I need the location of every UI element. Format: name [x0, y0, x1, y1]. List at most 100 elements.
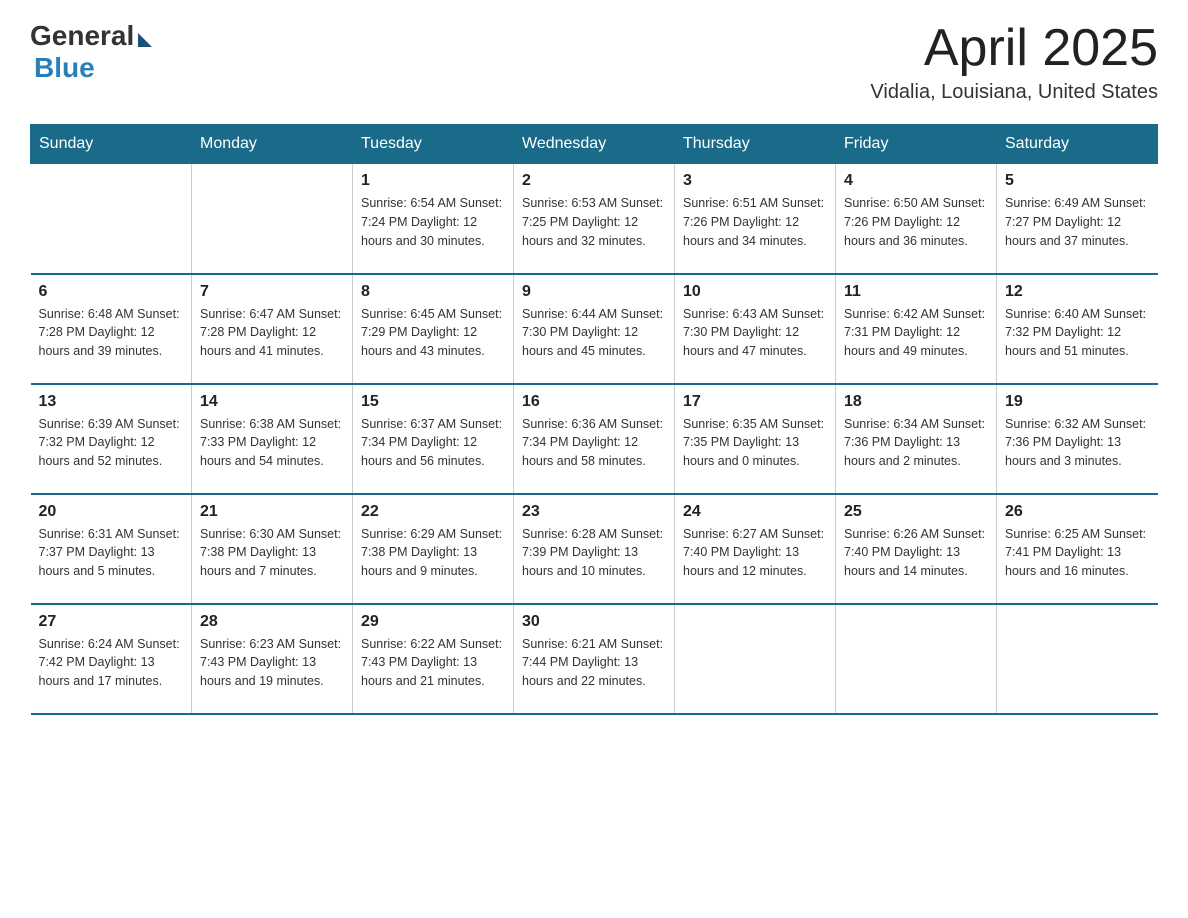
calendar-cell	[997, 604, 1158, 714]
day-info: Sunrise: 6:51 AM Sunset: 7:26 PM Dayligh…	[683, 194, 827, 250]
day-number: 15	[361, 393, 505, 411]
day-number: 4	[844, 172, 988, 190]
day-info: Sunrise: 6:38 AM Sunset: 7:33 PM Dayligh…	[200, 415, 344, 471]
calendar-cell: 16 Sunrise: 6:36 AM Sunset: 7:34 PM Dayli…	[514, 384, 675, 494]
calendar-cell: 23 Sunrise: 6:28 AM Sunset: 7:39 PM Dayli…	[514, 494, 675, 604]
calendar-week-row: 6Sunrise: 6:48 AM Sunset: 7:28 PM Daylig…	[31, 274, 1158, 384]
calendar-cell: 5Sunrise: 6:49 AM Sunset: 7:27 PM Daylig…	[997, 164, 1158, 274]
day-number: 2	[522, 172, 666, 190]
day-info: Sunrise: 6:53 AM Sunset: 7:25 PM Dayligh…	[522, 194, 666, 250]
calendar-cell: 12 Sunrise: 6:40 AM Sunset: 7:32 PM Dayli…	[997, 274, 1158, 384]
calendar-cell	[836, 604, 997, 714]
header-tuesday: Tuesday	[353, 125, 514, 164]
calendar-week-row: 1Sunrise: 6:54 AM Sunset: 7:24 PM Daylig…	[31, 164, 1158, 274]
calendar-cell	[675, 604, 836, 714]
day-number: 9	[522, 283, 666, 301]
day-number: 26	[1005, 503, 1150, 521]
day-info: Sunrise: 6:48 AM Sunset: 7:28 PM Dayligh…	[39, 305, 184, 361]
calendar-cell: 27 Sunrise: 6:24 AM Sunset: 7:42 PM Dayli…	[31, 604, 192, 714]
day-number: 30	[522, 613, 666, 631]
calendar-cell: 14 Sunrise: 6:38 AM Sunset: 7:33 PM Dayli…	[192, 384, 353, 494]
day-info: Sunrise: 6:47 AM Sunset: 7:28 PM Dayligh…	[200, 305, 344, 361]
day-number: 25	[844, 503, 988, 521]
calendar-cell: 15 Sunrise: 6:37 AM Sunset: 7:34 PM Dayli…	[353, 384, 514, 494]
calendar-week-row: 20 Sunrise: 6:31 AM Sunset: 7:37 PM Dayli…	[31, 494, 1158, 604]
calendar-week-row: 13Sunrise: 6:39 AM Sunset: 7:32 PM Dayli…	[31, 384, 1158, 494]
day-number: 13	[39, 393, 184, 411]
calendar-cell: 28 Sunrise: 6:23 AM Sunset: 7:43 PM Dayli…	[192, 604, 353, 714]
day-number: 1	[361, 172, 505, 190]
calendar-cell: 25 Sunrise: 6:26 AM Sunset: 7:40 PM Dayli…	[836, 494, 997, 604]
day-number: 23	[522, 503, 666, 521]
calendar-cell: 18Sunrise: 6:34 AM Sunset: 7:36 PM Dayli…	[836, 384, 997, 494]
calendar-cell: 13Sunrise: 6:39 AM Sunset: 7:32 PM Dayli…	[31, 384, 192, 494]
day-number: 22	[361, 503, 505, 521]
day-info: Sunrise: 6:45 AM Sunset: 7:29 PM Dayligh…	[361, 305, 505, 361]
day-info: Sunrise: 6:23 AM Sunset: 7:43 PM Dayligh…	[200, 635, 344, 691]
calendar-cell: 24Sunrise: 6:27 AM Sunset: 7:40 PM Dayli…	[675, 494, 836, 604]
calendar-cell	[31, 164, 192, 274]
calendar-cell: 17 Sunrise: 6:35 AM Sunset: 7:35 PM Dayli…	[675, 384, 836, 494]
day-info: Sunrise: 6:42 AM Sunset: 7:31 PM Dayligh…	[844, 305, 988, 361]
day-info: Sunrise: 6:43 AM Sunset: 7:30 PM Dayligh…	[683, 305, 827, 361]
header-thursday: Thursday	[675, 125, 836, 164]
day-number: 16	[522, 393, 666, 411]
day-info: Sunrise: 6:36 AM Sunset: 7:34 PM Dayligh…	[522, 415, 666, 471]
day-info: Sunrise: 6:44 AM Sunset: 7:30 PM Dayligh…	[522, 305, 666, 361]
calendar-cell: 21 Sunrise: 6:30 AM Sunset: 7:38 PM Dayli…	[192, 494, 353, 604]
day-number: 8	[361, 283, 505, 301]
calendar-cell: 2 Sunrise: 6:53 AM Sunset: 7:25 PM Daylig…	[514, 164, 675, 274]
day-info: Sunrise: 6:31 AM Sunset: 7:37 PM Dayligh…	[39, 525, 184, 581]
calendar-cell: 8 Sunrise: 6:45 AM Sunset: 7:29 PM Daylig…	[353, 274, 514, 384]
day-number: 5	[1005, 172, 1150, 190]
header-saturday: Saturday	[997, 125, 1158, 164]
day-info: Sunrise: 6:24 AM Sunset: 7:42 PM Dayligh…	[39, 635, 184, 691]
calendar-cell: 19Sunrise: 6:32 AM Sunset: 7:36 PM Dayli…	[997, 384, 1158, 494]
calendar-cell: 26Sunrise: 6:25 AM Sunset: 7:41 PM Dayli…	[997, 494, 1158, 604]
logo-general-text: General	[30, 20, 134, 52]
location-title: Vidalia, Louisiana, United States	[870, 81, 1158, 104]
calendar-cell: 11 Sunrise: 6:42 AM Sunset: 7:31 PM Dayli…	[836, 274, 997, 384]
day-number: 20	[39, 503, 184, 521]
days-header-row: Sunday Monday Tuesday Wednesday Thursday…	[31, 125, 1158, 164]
day-info: Sunrise: 6:26 AM Sunset: 7:40 PM Dayligh…	[844, 525, 988, 581]
day-number: 10	[683, 283, 827, 301]
day-info: Sunrise: 6:50 AM Sunset: 7:26 PM Dayligh…	[844, 194, 988, 250]
calendar-cell: 6Sunrise: 6:48 AM Sunset: 7:28 PM Daylig…	[31, 274, 192, 384]
day-info: Sunrise: 6:30 AM Sunset: 7:38 PM Dayligh…	[200, 525, 344, 581]
day-number: 27	[39, 613, 184, 631]
day-number: 21	[200, 503, 344, 521]
day-number: 11	[844, 283, 988, 301]
logo: General Blue	[30, 20, 152, 84]
logo-arrow-icon	[138, 33, 152, 47]
day-info: Sunrise: 6:29 AM Sunset: 7:38 PM Dayligh…	[361, 525, 505, 581]
day-info: Sunrise: 6:37 AM Sunset: 7:34 PM Dayligh…	[361, 415, 505, 471]
header-monday: Monday	[192, 125, 353, 164]
calendar-header: Sunday Monday Tuesday Wednesday Thursday…	[31, 125, 1158, 164]
header-friday: Friday	[836, 125, 997, 164]
header-wednesday: Wednesday	[514, 125, 675, 164]
calendar-table: Sunday Monday Tuesday Wednesday Thursday…	[30, 124, 1158, 715]
day-info: Sunrise: 6:28 AM Sunset: 7:39 PM Dayligh…	[522, 525, 666, 581]
day-info: Sunrise: 6:21 AM Sunset: 7:44 PM Dayligh…	[522, 635, 666, 691]
day-number: 24	[683, 503, 827, 521]
day-number: 28	[200, 613, 344, 631]
calendar-cell: 9 Sunrise: 6:44 AM Sunset: 7:30 PM Daylig…	[514, 274, 675, 384]
day-number: 12	[1005, 283, 1150, 301]
day-number: 17	[683, 393, 827, 411]
calendar-cell: 7 Sunrise: 6:47 AM Sunset: 7:28 PM Daylig…	[192, 274, 353, 384]
day-info: Sunrise: 6:35 AM Sunset: 7:35 PM Dayligh…	[683, 415, 827, 471]
calendar-cell: 30 Sunrise: 6:21 AM Sunset: 7:44 PM Dayli…	[514, 604, 675, 714]
day-info: Sunrise: 6:40 AM Sunset: 7:32 PM Dayligh…	[1005, 305, 1150, 361]
calendar-cell: 29Sunrise: 6:22 AM Sunset: 7:43 PM Dayli…	[353, 604, 514, 714]
header-sunday: Sunday	[31, 125, 192, 164]
calendar-cell: 22 Sunrise: 6:29 AM Sunset: 7:38 PM Dayli…	[353, 494, 514, 604]
day-number: 19	[1005, 393, 1150, 411]
calendar-cell	[192, 164, 353, 274]
day-number: 3	[683, 172, 827, 190]
day-number: 18	[844, 393, 988, 411]
day-number: 14	[200, 393, 344, 411]
day-number: 7	[200, 283, 344, 301]
month-title: April 2025	[870, 20, 1158, 77]
calendar-cell: 3 Sunrise: 6:51 AM Sunset: 7:26 PM Daylig…	[675, 164, 836, 274]
